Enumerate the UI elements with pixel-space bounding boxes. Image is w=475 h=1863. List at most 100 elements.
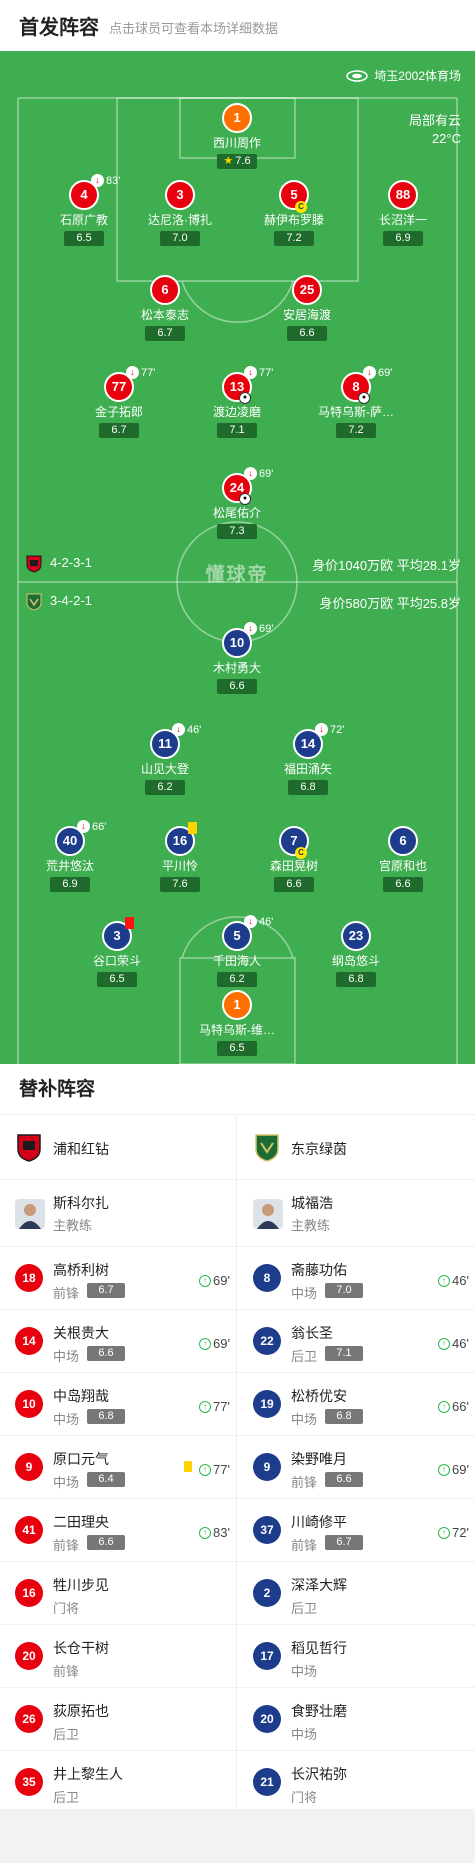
home-sub-player-row[interactable]: 41 二田理央 前锋 6.6 ↑ 83' xyxy=(0,1499,236,1562)
away-sub-player-row[interactable]: 37 川崎修平 前锋 6.7 ↑ 72' xyxy=(238,1499,475,1562)
coach-name: 城福浩 xyxy=(291,1195,333,1211)
subbed-in: ↑ 77' xyxy=(199,1399,230,1414)
home-player[interactable]: 8 ● ↓ 69' 马特乌斯-萨… 7.2 xyxy=(306,366,406,438)
goal-ball-icon: ● xyxy=(239,493,251,505)
player-rating: 7.3 xyxy=(217,524,257,539)
home-sub-player-row[interactable]: 35 井上黎生人 后卫 xyxy=(0,1751,236,1814)
home-sub-player-row[interactable]: 14 关根贵大 中场 6.6 ↑ 69' xyxy=(0,1310,236,1373)
away-sub-player-row[interactable]: 2 深泽大辉 后卫 xyxy=(238,1562,475,1625)
sub-in-minute: 83' xyxy=(213,1525,230,1540)
substituted-off: ↓ 69' xyxy=(363,366,392,379)
player-rating: 6.2 xyxy=(217,972,257,987)
player-name: 松尾佑介 xyxy=(212,506,261,520)
home-player[interactable]: 6 松本泰志 6.7 xyxy=(115,275,215,341)
player-rating: 6.5 xyxy=(217,1041,257,1056)
sub-in-minute: 77' xyxy=(213,1399,230,1414)
sub-player-number: 8 xyxy=(253,1264,281,1292)
home-sub-player-row[interactable]: 9 原口元气 中场 6.4 ↑ 77' xyxy=(0,1436,236,1499)
away-player[interactable]: 23 纲岛悠斗 6.8 xyxy=(306,921,406,987)
sub-in-icon: ↑ xyxy=(199,1400,212,1413)
away-team-row[interactable]: 东京绿茵 xyxy=(238,1116,475,1180)
player-name: 马特乌斯-萨… xyxy=(318,405,394,419)
sub-in-icon: ↑ xyxy=(438,1274,451,1287)
away-sub-player-row[interactable]: 9 染野唯月 前锋 6.6 ↑ 69' xyxy=(238,1436,475,1499)
away-sub-player-row[interactable]: 20 食野壮磨 中场 xyxy=(238,1688,475,1751)
home-player[interactable]: 13 ● ↓ 77' 渡边凌磨 7.1 xyxy=(187,366,287,438)
home-team-row[interactable]: 浦和红钻 xyxy=(0,1116,236,1180)
sub-player-name: 高桥利树 xyxy=(53,1262,109,1278)
home-sub-player-row[interactable]: 18 高桥利树 前锋 6.7 ↑ 69' xyxy=(0,1247,236,1310)
away-player[interactable]: 5 ↓ 46' 千田海人 6.2 xyxy=(187,915,287,987)
player-rating: 6.6 xyxy=(217,679,257,694)
stadium-icon xyxy=(346,69,369,82)
player-rating: 6.6 xyxy=(274,877,314,892)
player-rating: 7.1 xyxy=(217,423,257,438)
sub-in-minute: 72' xyxy=(452,1525,469,1540)
player-rating: 7.0 xyxy=(160,231,200,246)
home-player[interactable]: 24 ● ↓ 69' 松尾佑介 7.3 xyxy=(187,467,287,539)
sub-player-rating: 6.6 xyxy=(87,1535,125,1550)
sub-in-icon: ↑ xyxy=(199,1274,212,1287)
sub-player-number: 26 xyxy=(15,1705,43,1733)
player-name: 赫伊布罗滕 xyxy=(263,213,324,227)
away-player[interactable]: 10 ↓ 69' 木村勇大 6.6 xyxy=(187,622,287,694)
sub-in-minute: 77' xyxy=(213,1462,230,1477)
player-name: 宫原和也 xyxy=(378,859,427,873)
home-player[interactable]: 4 ↓ 83' 石原广教 6.5 xyxy=(34,174,134,246)
team-name: 东京绿茵 xyxy=(291,1141,347,1157)
subbed-in: ↑ 69' xyxy=(199,1336,230,1351)
away-player[interactable]: 16 平川怜 7.6 xyxy=(130,822,230,892)
sub-player-rating: 7.1 xyxy=(325,1346,363,1361)
home-player[interactable]: 77 ↓ 77' 金子拓郎 6.7 xyxy=(69,366,169,438)
sub-player-name: 食野壮磨 xyxy=(291,1703,347,1719)
away-player[interactable]: 3 谷口荣斗 6.5 xyxy=(67,917,167,987)
substituted-off: ↓ 46' xyxy=(244,915,273,928)
sub-out-icon: ↓ xyxy=(244,366,257,379)
away-player[interactable]: 40 ↓ 66' 荒井悠汰 6.9 xyxy=(20,820,120,892)
away-player[interactable]: 1 马特乌斯-维… 6.5 xyxy=(187,990,287,1056)
away-sub-player-row[interactable]: 19 松桥优安 中场 6.8 ↑ 66' xyxy=(238,1373,475,1436)
subbed-in: ↑ 46' xyxy=(438,1336,469,1351)
subbed-in: ↑ 72' xyxy=(438,1525,469,1540)
away-coach-row[interactable]: 城福浩 主教练 xyxy=(238,1180,475,1247)
player-rating: 6.6 xyxy=(287,326,327,341)
captain-icon: C xyxy=(295,847,307,859)
player-rating: 6.9 xyxy=(383,231,423,246)
sub-player-name: 川崎修平 xyxy=(291,1514,347,1530)
sub-player-name: 松桥优安 xyxy=(291,1388,347,1404)
coach-role: 主教练 xyxy=(291,1218,331,1233)
sub-player-name: 荻原拓也 xyxy=(53,1703,109,1719)
sub-in-icon: ↑ xyxy=(438,1526,451,1539)
substituted-off: ↓ 46' xyxy=(172,723,201,736)
away-sub-player-row[interactable]: 22 翁长圣 后卫 7.1 ↑ 46' xyxy=(238,1310,475,1373)
sub-in-minute: 69' xyxy=(213,1336,230,1351)
star-icon: ★ xyxy=(223,155,234,167)
home-player[interactable]: 5 C 赫伊布罗滕 7.2 xyxy=(244,180,344,246)
away-sub-player-row[interactable]: 17 稻见哲行 中场 xyxy=(238,1625,475,1688)
sub-player-name: 二田理央 xyxy=(53,1514,109,1530)
home-coach-row[interactable]: 斯科尔扎 主教练 xyxy=(0,1180,236,1247)
home-player[interactable]: 3 达尼洛·博扎 7.0 xyxy=(130,180,230,246)
home-sub-player-row[interactable]: 10 中岛翔哉 中场 6.8 ↑ 77' xyxy=(0,1373,236,1436)
home-sub-player-row[interactable]: 26 荻原拓也 后卫 xyxy=(0,1688,236,1751)
page-title: 首发阵容 xyxy=(19,17,99,39)
home-player[interactable]: 1 西川周作 ★ 7.6 xyxy=(187,103,287,169)
home-sub-player-row[interactable]: 16 牲川步见 门将 xyxy=(0,1562,236,1625)
home-player[interactable]: 25 安居海渡 6.6 xyxy=(257,275,357,341)
away-player[interactable]: 14 ↓ 72' 福田涌矢 6.8 xyxy=(258,723,358,795)
goal-ball-icon: ● xyxy=(358,392,370,404)
substitutes-panel: 替补阵容 浦和红钻 斯科尔扎 主教练 18 高桥利树 前锋 6.7 ↑ 69' 14 关根贵大 中场 6… xyxy=(0,1064,475,1814)
home-player[interactable]: 88 长沼洋一 6.9 xyxy=(353,180,453,246)
player-rating: 6.2 xyxy=(145,780,185,795)
away-player[interactable]: 11 ↓ 46' 山见大登 6.2 xyxy=(115,723,215,795)
away-player[interactable]: 6 宫原和也 6.6 xyxy=(353,826,453,892)
player-name: 木村勇大 xyxy=(212,661,261,675)
away-sub-player-row[interactable]: 21 长沢祐弥 门将 xyxy=(238,1751,475,1814)
away-sub-player-row[interactable]: 8 斋藤功佑 中场 7.0 ↑ 46' xyxy=(238,1247,475,1310)
home-sub-player-row[interactable]: 20 长仓干树 前锋 xyxy=(0,1625,236,1688)
player-name: 森田晃树 xyxy=(269,859,318,873)
away-player[interactable]: 7 C 森田晃树 6.6 xyxy=(244,826,344,892)
sub-player-name: 井上黎生人 xyxy=(53,1766,123,1782)
sub-player-position: 前锋 xyxy=(291,1538,318,1553)
sub-out-icon: ↓ xyxy=(363,366,376,379)
